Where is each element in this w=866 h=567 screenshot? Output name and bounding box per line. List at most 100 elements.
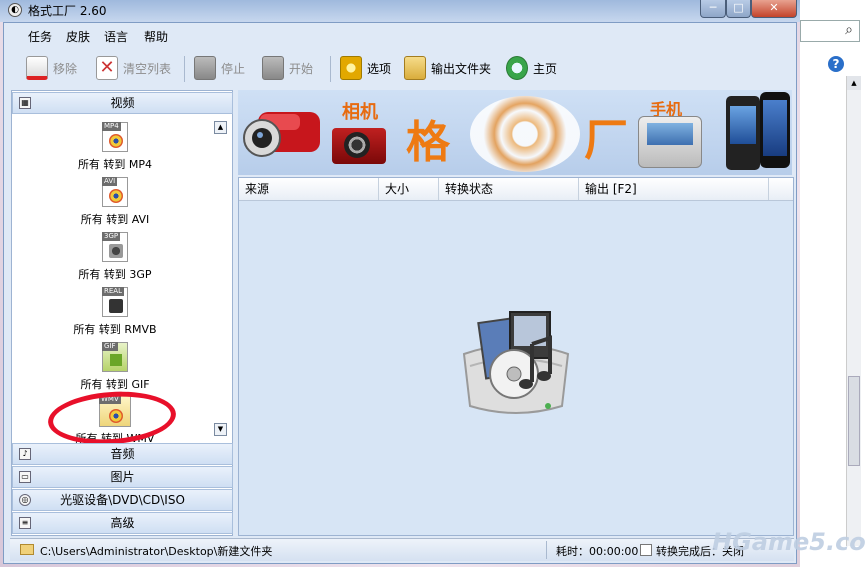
category-video-label: 视频 bbox=[110, 96, 135, 110]
category-audio[interactable]: ♪ 音频 bbox=[12, 443, 233, 465]
advanced-icon: ≡ bbox=[19, 517, 31, 529]
options-button[interactable]: 选项 bbox=[340, 54, 391, 82]
camera-lens-icon bbox=[344, 132, 370, 158]
rmvb-tag: REAL bbox=[102, 287, 124, 296]
search-icon: ⌕ bbox=[845, 22, 853, 38]
menu-language[interactable]: 语言 bbox=[104, 28, 128, 45]
category-rom-label: 光驱设备\DVD\CD\ISO bbox=[60, 493, 185, 507]
video-category-icon: ▦ bbox=[19, 97, 31, 109]
category-video[interactable]: ▦ 视频 bbox=[12, 92, 233, 114]
home-globe-icon bbox=[506, 56, 528, 80]
home-label: 主页 bbox=[533, 61, 558, 76]
format-gif-label: 所有 转到 GIF bbox=[80, 378, 150, 391]
remove-button[interactable]: 移除 bbox=[26, 54, 77, 82]
elapsed-time: 耗时：00:00:00 bbox=[556, 545, 639, 558]
gif-file-icon: GIF bbox=[102, 342, 128, 372]
3gp-tag: 3GP bbox=[102, 232, 121, 241]
output-path[interactable]: C:\Users\Administrator\Desktop\新建文件夹 bbox=[40, 543, 272, 559]
background-window: ⌕ ? ▲ bbox=[800, 0, 866, 567]
category-advanced[interactable]: ≡ 高级 bbox=[12, 512, 233, 534]
options-label: 选项 bbox=[367, 61, 392, 76]
format-scroll-down-icon[interactable]: ▼ bbox=[214, 423, 227, 436]
format-gif[interactable]: GIF 所有 转到 GIF bbox=[40, 342, 190, 392]
remove-label: 移除 bbox=[53, 61, 78, 76]
phone-smart-icon bbox=[760, 92, 790, 168]
clear-list-label: 清空列表 bbox=[123, 61, 172, 76]
maximize-button[interactable]: □ bbox=[726, 0, 751, 18]
remove-icon bbox=[26, 56, 48, 80]
format-scroll-up-icon[interactable]: ▲ bbox=[214, 121, 227, 134]
format-mp4-label: 所有 转到 MP4 bbox=[77, 158, 153, 171]
column-size[interactable]: 大小 bbox=[379, 178, 439, 200]
category-image-label: 图片 bbox=[110, 470, 135, 484]
output-folder-label: 输出文件夹 bbox=[431, 61, 492, 76]
menu-bar: 任务 皮肤 语言 帮助 bbox=[10, 24, 794, 46]
site-watermark: HGame5.com bbox=[712, 528, 866, 556]
format-avi-label: 所有 转到 AVI bbox=[80, 213, 150, 226]
minimize-button[interactable]: ─ bbox=[700, 0, 726, 18]
home-button[interactable]: 主页 bbox=[506, 54, 557, 82]
column-status[interactable]: 转换状态 bbox=[439, 178, 579, 200]
avi-tag: AVI bbox=[102, 177, 118, 186]
format-rmvb-label: 所有 转到 RMVB bbox=[73, 323, 157, 336]
menu-task[interactable]: 任务 bbox=[28, 28, 52, 45]
rmvb-file-icon: REAL bbox=[102, 287, 128, 317]
folder-icon bbox=[404, 56, 426, 80]
app-logo-icon: ◐ bbox=[8, 3, 22, 17]
background-scrollbar[interactable]: ▲ bbox=[846, 76, 861, 546]
task-list-header: 来源 大小 转换状态 输出 [F2] bbox=[239, 178, 793, 201]
menu-help[interactable]: 帮助 bbox=[144, 28, 168, 45]
column-source[interactable]: 来源 bbox=[239, 178, 379, 200]
folder-icon[interactable] bbox=[20, 544, 34, 555]
toolbar-separator bbox=[184, 56, 185, 82]
category-audio-label: 音频 bbox=[110, 447, 135, 461]
picture-icon: ▭ bbox=[19, 471, 31, 483]
toolbar-separator bbox=[330, 56, 331, 82]
format-mp4[interactable]: MP4 所有 转到 MP4 bbox=[40, 122, 190, 172]
app-window: ◐ 格式工厂 2.60 ─ □ ✕ 任务 皮肤 语言 帮助 移除 ✕ 清空列表 … bbox=[0, 0, 800, 564]
banner-ge-text: 格 bbox=[406, 117, 450, 168]
app-banner: 相机 格 厂 手机 bbox=[238, 90, 792, 175]
format-avi[interactable]: AVI 所有 转到 AVI bbox=[40, 177, 190, 227]
format-factory-logo-icon bbox=[462, 311, 570, 414]
menu-skin[interactable]: 皮肤 bbox=[66, 28, 90, 45]
output-folder-button[interactable]: 输出文件夹 bbox=[404, 54, 491, 82]
gear-icon bbox=[340, 56, 362, 80]
camcorder-icon bbox=[243, 112, 320, 157]
start-button[interactable]: 开始 bbox=[262, 54, 313, 82]
mp4-tag: MP4 bbox=[102, 122, 121, 131]
format-rmvb[interactable]: REAL 所有 转到 RMVB bbox=[40, 287, 190, 337]
scroll-thumb[interactable] bbox=[848, 376, 860, 466]
clear-list-button[interactable]: ✕ 清空列表 bbox=[96, 54, 171, 82]
scroll-up-icon[interactable]: ▲ bbox=[847, 76, 861, 90]
stop-label: 停止 bbox=[221, 61, 246, 76]
category-image[interactable]: ▭ 图片 bbox=[12, 466, 233, 488]
close-button[interactable]: ✕ bbox=[751, 0, 797, 18]
status-bar: C:\Users\Administrator\Desktop\新建文件夹 耗时：… bbox=[10, 538, 794, 561]
phone-qwerty-icon bbox=[638, 116, 702, 168]
clear-list-icon: ✕ bbox=[96, 56, 118, 80]
format-3gp-label: 所有 转到 3GP bbox=[78, 268, 152, 281]
category-advanced-label: 高级 bbox=[110, 516, 135, 530]
stop-button[interactable]: 停止 bbox=[194, 54, 245, 82]
phone-pda-icon bbox=[726, 96, 760, 170]
stop-icon bbox=[194, 56, 216, 80]
title-bar[interactable] bbox=[0, 0, 800, 22]
format-3gp[interactable]: 3GP 所有 转到 3GP bbox=[40, 232, 190, 282]
banner-camera-text: 相机 bbox=[342, 102, 378, 123]
help-icon[interactable]: ? bbox=[828, 56, 844, 72]
status-separator bbox=[546, 541, 547, 559]
banner-swirl-logo bbox=[470, 96, 580, 172]
start-icon bbox=[262, 56, 284, 80]
background-search-box[interactable]: ⌕ bbox=[800, 20, 860, 42]
after-done-checkbox[interactable] bbox=[640, 544, 652, 556]
column-output[interactable]: 输出 [F2] bbox=[579, 178, 769, 200]
window-title: 格式工厂 2.60 bbox=[28, 4, 107, 18]
3gp-file-icon: 3GP bbox=[102, 232, 128, 262]
category-rom[interactable]: ◎ 光驱设备\DVD\CD\ISO bbox=[12, 489, 233, 511]
toolbar: 移除 ✕ 清空列表 停止 开始 选项 输出文件夹 主页 bbox=[10, 48, 794, 88]
disc-icon: ◎ bbox=[19, 494, 31, 506]
banner-chang-text: 厂 bbox=[584, 115, 628, 166]
start-label: 开始 bbox=[289, 61, 314, 76]
mp4-file-icon: MP4 bbox=[102, 122, 128, 152]
